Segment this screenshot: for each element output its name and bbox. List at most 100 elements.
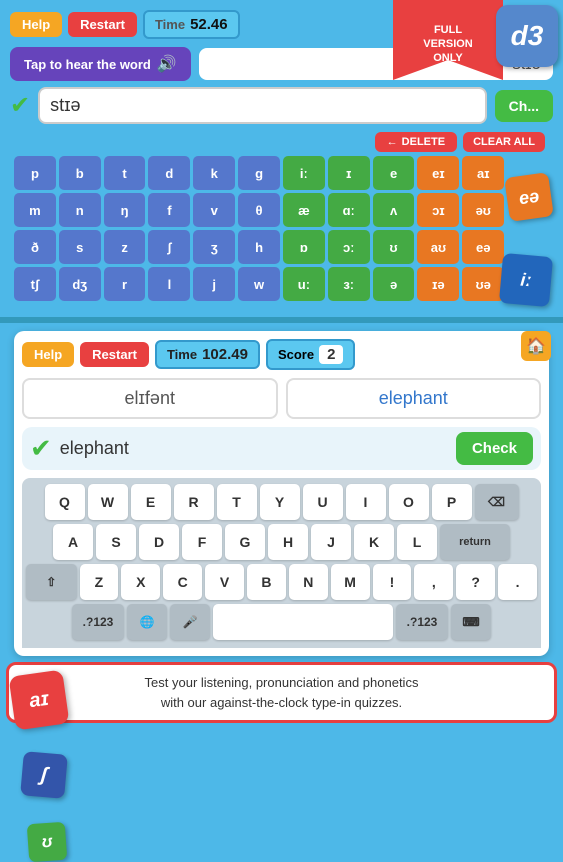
ph-key-e[interactable]: e (373, 156, 415, 190)
key-T[interactable]: T (217, 484, 257, 520)
key-E[interactable]: E (131, 484, 171, 520)
check-button-bottom[interactable]: Check (456, 432, 533, 465)
ph-key-zh[interactable]: ʒ (193, 230, 235, 264)
ph-key-oo[interactable]: ɔː (328, 230, 370, 264)
key-comma[interactable]: , (414, 564, 453, 600)
clear-all-button[interactable]: CLEAR ALL (463, 132, 545, 152)
key-D[interactable]: D (139, 524, 179, 560)
num-key-right[interactable]: .?123 (396, 604, 448, 640)
key-K[interactable]: K (354, 524, 394, 560)
ph-key-l[interactable]: l (148, 267, 190, 301)
key-X[interactable]: X (121, 564, 160, 600)
ph-key-schwa[interactable]: ə (373, 267, 415, 301)
ph-key-ou[interactable]: əʊ (462, 193, 504, 227)
restart-button-bottom[interactable]: Restart (80, 342, 149, 367)
key-I[interactable]: I (346, 484, 386, 520)
key-J[interactable]: J (311, 524, 351, 560)
key-R[interactable]: R (174, 484, 214, 520)
shift-key[interactable]: ⇧ (26, 564, 77, 600)
key-N[interactable]: N (289, 564, 328, 600)
ph-key-ng[interactable]: ŋ (104, 193, 146, 227)
floating-tile-sh[interactable]: ʃ (20, 751, 68, 799)
key-F[interactable]: F (182, 524, 222, 560)
backspace-key[interactable]: ⌫ (475, 484, 519, 520)
key-P[interactable]: P (432, 484, 472, 520)
key-S[interactable]: S (96, 524, 136, 560)
floating-tile-ir[interactable]: iː (499, 253, 553, 307)
ph-key-v[interactable]: v (193, 193, 235, 227)
ph-key-b[interactable]: b (59, 156, 101, 190)
home-button[interactable]: 🏠 (521, 331, 551, 361)
word-input-top[interactable] (38, 87, 487, 124)
mic-key[interactable]: 🎤 (170, 604, 210, 640)
key-Y[interactable]: Y (260, 484, 300, 520)
word-input-bottom[interactable] (60, 438, 448, 459)
ph-key-ai[interactable]: aɪ (462, 156, 504, 190)
ph-key-w[interactable]: w (238, 267, 280, 301)
ph-key-r[interactable]: r (104, 267, 146, 301)
ph-key-o[interactable]: ɒ (283, 230, 325, 264)
ph-key-sh[interactable]: ʃ (148, 230, 190, 264)
key-H[interactable]: H (268, 524, 308, 560)
ph-key-n[interactable]: n (59, 193, 101, 227)
delete-button[interactable]: ← DELETE (375, 132, 457, 152)
ph-key-aa[interactable]: ɑː (328, 193, 370, 227)
key-G[interactable]: G (225, 524, 265, 560)
ph-key-h[interactable]: h (238, 230, 280, 264)
key-question[interactable]: ? (456, 564, 495, 600)
key-exclaim[interactable]: ! (373, 564, 412, 600)
ph-key-au[interactable]: aʊ (417, 230, 459, 264)
num-key-left[interactable]: .?123 (72, 604, 124, 640)
ph-key-ch[interactable]: tʃ (14, 267, 56, 301)
ph-key-hook-u[interactable]: ʊ (373, 230, 415, 264)
key-W[interactable]: W (88, 484, 128, 520)
ph-key-ei[interactable]: eɪ (417, 156, 459, 190)
ph-key-oi[interactable]: ɔɪ (417, 193, 459, 227)
restart-button-top[interactable]: Restart (68, 12, 137, 37)
ph-key-dz[interactable]: dʒ (59, 267, 101, 301)
ph-key-ae[interactable]: æ (283, 193, 325, 227)
space-key[interactable] (213, 604, 393, 640)
keyboard-key[interactable]: ⌨ (451, 604, 491, 640)
ph-key-ua[interactable]: ʊə (462, 267, 504, 301)
key-U[interactable]: U (303, 484, 343, 520)
key-O[interactable]: O (389, 484, 429, 520)
ph-key-p[interactable]: p (14, 156, 56, 190)
ph-key-m[interactable]: m (14, 193, 56, 227)
return-key[interactable]: return (440, 524, 510, 560)
floating-tile-ea[interactable]: eə (504, 172, 554, 222)
ph-key-wedge[interactable]: ʌ (373, 193, 415, 227)
tap-to-hear-button[interactable]: Tap to hear the word 🔊 (10, 47, 191, 81)
ph-key-g[interactable]: g (238, 156, 280, 190)
floating-tile-ai[interactable]: aɪ (9, 670, 70, 731)
ph-key-ea[interactable]: eə (462, 230, 504, 264)
ph-key-j[interactable]: j (193, 267, 235, 301)
ph-key-eth[interactable]: ð (14, 230, 56, 264)
ph-key-t[interactable]: t (104, 156, 146, 190)
check-button-top[interactable]: Ch... (495, 90, 553, 122)
ph-key-f[interactable]: f (148, 193, 190, 227)
ph-key-er[interactable]: ɜː (328, 267, 370, 301)
ph-key-s[interactable]: s (59, 230, 101, 264)
key-B[interactable]: B (247, 564, 286, 600)
ph-key-k[interactable]: k (193, 156, 235, 190)
help-button-top[interactable]: Help (10, 12, 62, 37)
key-Z[interactable]: Z (80, 564, 119, 600)
ph-key-d[interactable]: d (148, 156, 190, 190)
ph-key-uu[interactable]: uː (283, 267, 325, 301)
key-L[interactable]: L (397, 524, 437, 560)
key-V[interactable]: V (205, 564, 244, 600)
ph-key-z[interactable]: z (104, 230, 146, 264)
floating-tile-u[interactable]: ʊ (27, 822, 68, 862)
ph-key-ia[interactable]: ɪə (417, 267, 459, 301)
ph-key-I[interactable]: ɪ (328, 156, 370, 190)
ph-key-th-voiced[interactable]: θ (238, 193, 280, 227)
key-C[interactable]: C (163, 564, 202, 600)
key-A[interactable]: A (53, 524, 93, 560)
key-Q[interactable]: Q (45, 484, 85, 520)
globe-key[interactable]: 🌐 (127, 604, 167, 640)
ph-key-ii[interactable]: iː (283, 156, 325, 190)
key-M[interactable]: M (331, 564, 370, 600)
key-period[interactable]: . (498, 564, 537, 600)
help-button-bottom[interactable]: Help (22, 342, 74, 367)
